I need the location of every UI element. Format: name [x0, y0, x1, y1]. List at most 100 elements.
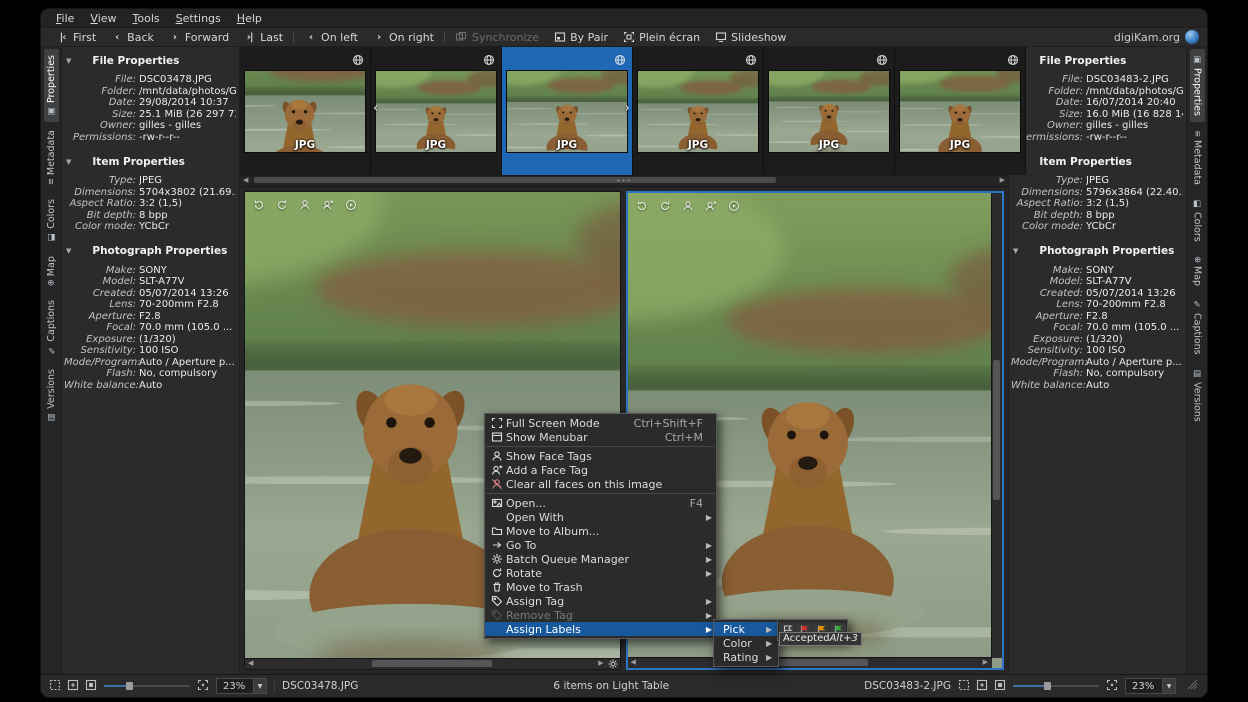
section-header[interactable]: ▼File Properties — [66, 54, 236, 67]
thumbnail-4[interactable]: JPG — [633, 47, 764, 175]
menu-file[interactable]: File — [49, 11, 81, 26]
menu-help[interactable]: Help — [230, 11, 269, 26]
tab-colors-left[interactable]: ◧Colors — [44, 193, 59, 248]
scroll-left-icon[interactable]: ◀ — [243, 176, 248, 185]
nav-right-overlay-icon[interactable]: › — [625, 101, 630, 116]
submenu-item-pick[interactable]: Pick▶ — [714, 622, 778, 636]
resize-grip[interactable] — [1187, 679, 1199, 694]
right-pane-hscrollbar[interactable]: ◀ ▶ — [628, 657, 993, 668]
tab-versions-left[interactable]: ▤Versions — [44, 363, 59, 428]
menu-item-batch-queue-manager[interactable]: Batch Queue Manager▶ — [485, 552, 716, 566]
left-zoom-slider[interactable] — [104, 681, 190, 691]
scroll-right-icon[interactable]: ▶ — [983, 658, 988, 667]
slideshow-play-icon[interactable] — [345, 196, 357, 215]
toolbar-on-right[interactable]: ›On right — [365, 31, 441, 44]
tab-metadata-left[interactable]: ≡Metadata — [44, 124, 59, 191]
tab-versions-right[interactable]: ▤Versions — [1190, 363, 1205, 428]
zoom-100-icon[interactable] — [85, 679, 97, 694]
menu-item-open[interactable]: Open...F4 — [485, 496, 716, 510]
menu-item-assign-tag[interactable]: Assign Tag▶ — [485, 594, 716, 608]
collapse-arrow-icon[interactable]: ▼ — [66, 57, 71, 65]
menu-item-rotate[interactable]: Rotate▶ — [485, 566, 716, 580]
scroll-right-icon[interactable]: ▶ — [598, 659, 603, 668]
menu-item-show-face-tags[interactable]: Show Face Tags — [485, 449, 716, 463]
left-pane-hscrollbar[interactable]: ◀ ▶ — [245, 658, 620, 669]
scrollbar-thumb[interactable] — [372, 660, 492, 667]
thumbnail-6[interactable]: JPG — [895, 47, 1026, 175]
tab-properties-right[interactable]: ▣Properties — [1190, 49, 1205, 122]
menu-item-assign-labels[interactable]: Assign Labels▶ — [485, 622, 716, 636]
menu-item-full-screen-mode[interactable]: Full Screen ModeCtrl+Shift+F — [485, 416, 716, 430]
tab-metadata-right[interactable]: ≡Metadata — [1190, 124, 1205, 191]
thumbnail-2[interactable]: JPG‹ — [371, 47, 502, 175]
rotate-right-icon[interactable] — [276, 196, 288, 215]
toolbar-plein-cran[interactable]: Plein écran — [615, 31, 707, 44]
submenu-item-color[interactable]: Color▶ — [714, 636, 778, 650]
thumbnail-3[interactable]: JPG› — [502, 47, 633, 175]
slideshow-play-icon[interactable] — [728, 197, 740, 216]
thumbnail-5[interactable]: JPG — [764, 47, 895, 175]
scrollbar-thumb[interactable] — [254, 177, 776, 183]
left-zoom-combo[interactable]: 23% ▼ — [216, 678, 267, 694]
submenu-item-rating[interactable]: Rating▶ — [714, 650, 778, 664]
zoom-select-icon[interactable] — [958, 679, 970, 694]
rotate-left-icon[interactable] — [253, 196, 265, 215]
toolbar-on-left[interactable]: ‹On left — [297, 31, 365, 44]
menu-tools[interactable]: Tools — [126, 11, 167, 26]
zoom-fit-window-icon[interactable] — [67, 679, 79, 694]
toolbar-forward[interactable]: ›Forward — [161, 31, 236, 44]
toolbar-synchronize[interactable]: Synchronize — [448, 31, 546, 44]
menu-view[interactable]: View — [83, 11, 123, 26]
scroll-right-icon[interactable]: ▶ — [1000, 176, 1005, 185]
menu-item-move-to-album[interactable]: Move to Album... — [485, 524, 716, 538]
menu-item-go-to[interactable]: Go To▶ — [485, 538, 716, 552]
collapse-arrow-icon[interactable]: ▼ — [1013, 247, 1018, 255]
section-header[interactable]: ▼Item Properties — [1013, 155, 1183, 168]
toolbar-back[interactable]: ‹Back — [103, 31, 161, 44]
zoom-fit-window-icon[interactable] — [976, 679, 988, 694]
tab-captions-right[interactable]: ✎Captions — [1190, 294, 1205, 361]
section-header[interactable]: ▼File Properties — [1013, 54, 1183, 67]
section-header[interactable]: ▼Item Properties — [66, 155, 236, 168]
menu-item-move-to-trash[interactable]: Move to Trash — [485, 580, 716, 594]
scroll-left-icon[interactable]: ◀ — [631, 658, 636, 667]
tab-map-left[interactable]: ⊕Map — [44, 250, 59, 292]
rotate-right-icon[interactable] — [659, 197, 671, 216]
thumbbar-scrollbar[interactable]: ◀ ••• ▶ — [240, 175, 1008, 187]
pane-settings-icon[interactable] — [607, 659, 619, 668]
fit-to-selection-icon[interactable] — [197, 679, 209, 694]
tab-captions-left[interactable]: ✎Captions — [44, 294, 59, 361]
section-header[interactable]: ▼Photograph Properties — [1013, 245, 1183, 258]
toolbar-first[interactable]: |‹First — [49, 31, 103, 44]
menu-item-add-a-face-tag[interactable]: Add a Face Tag — [485, 463, 716, 477]
zoom-select-icon[interactable] — [49, 679, 61, 694]
menu-item-open-with[interactable]: Open With▶ — [485, 510, 716, 524]
scroll-left-icon[interactable]: ◀ — [248, 659, 253, 668]
zoom-100-icon[interactable] — [994, 679, 1006, 694]
show-face-tags-icon[interactable] — [299, 196, 311, 215]
menu-item-clear-all-faces-on-this-image[interactable]: Clear all faces on this image — [485, 477, 716, 491]
toolbar-by-pair[interactable]: By Pair — [546, 31, 615, 44]
menu-settings[interactable]: Settings — [169, 11, 228, 26]
collapse-arrow-icon[interactable]: ▼ — [66, 158, 71, 166]
chevron-down-icon[interactable]: ▼ — [253, 679, 266, 693]
add-face-tag-icon[interactable] — [322, 196, 334, 215]
nav-left-overlay-icon[interactable]: ‹ — [373, 101, 378, 116]
right-zoom-combo[interactable]: 23% ▼ — [1125, 678, 1176, 694]
scrollbar-thumb[interactable] — [993, 360, 1000, 500]
toolbar-slideshow[interactable]: Slideshow — [707, 31, 793, 44]
fit-to-selection-icon[interactable] — [1106, 679, 1118, 694]
tab-properties-left[interactable]: ▣Properties — [44, 49, 59, 122]
collapse-arrow-icon[interactable]: ▼ — [66, 247, 71, 255]
thumbnail-1[interactable]: JPG — [240, 47, 371, 175]
add-face-tag-icon[interactable] — [705, 197, 717, 216]
menu-item-show-menubar[interactable]: Show MenubarCtrl+M — [485, 430, 716, 444]
right-pane-vscrollbar[interactable] — [991, 193, 1002, 658]
toolbar-last[interactable]: ›|Last — [236, 31, 290, 44]
splitter-handle[interactable]: ••• — [616, 178, 631, 184]
show-face-tags-icon[interactable] — [682, 197, 694, 216]
right-zoom-slider[interactable] — [1013, 681, 1099, 691]
section-header[interactable]: ▼Photograph Properties — [66, 245, 236, 258]
tab-colors-right[interactable]: ◧Colors — [1190, 193, 1205, 248]
chevron-down-icon[interactable]: ▼ — [1162, 679, 1175, 693]
